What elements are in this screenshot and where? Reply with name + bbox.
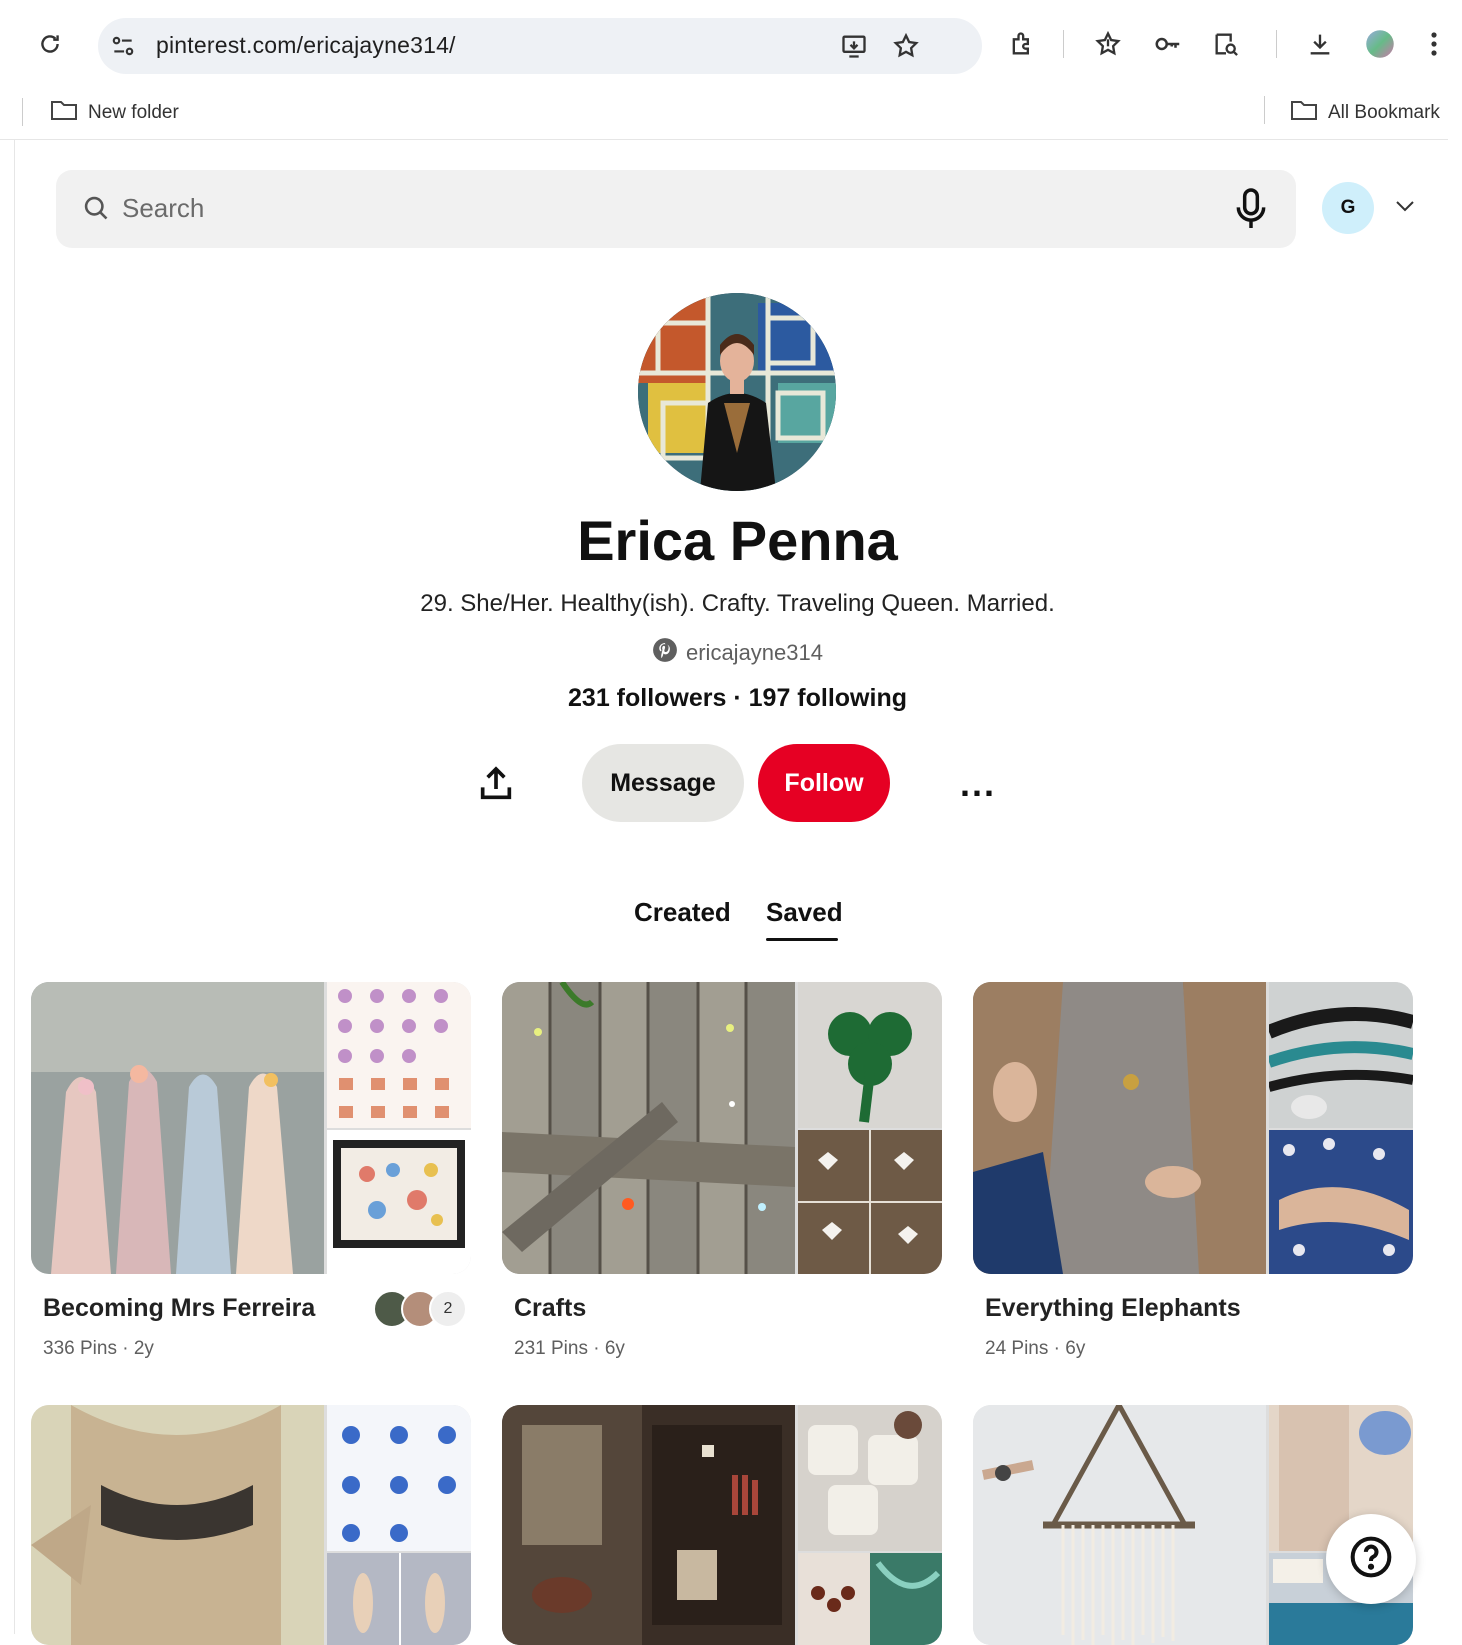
- reading-mode-icon[interactable]: [1208, 26, 1244, 62]
- install-icon[interactable]: [840, 32, 868, 65]
- bookmark-star-icon[interactable]: [1090, 26, 1126, 62]
- help-button[interactable]: [1326, 1514, 1416, 1604]
- microphone-icon[interactable]: [1232, 186, 1270, 237]
- board-cover-image: [327, 1553, 471, 1645]
- toolbar-divider: [1063, 30, 1064, 58]
- profile-bio: 29. She/Her. Healthy(ish). Crafty. Trave…: [420, 590, 1055, 617]
- board-card[interactable]: Everything Elephants 24 Pins · 6y: [973, 982, 1413, 1362]
- page-border: [14, 140, 15, 1634]
- menu-kebab-icon[interactable]: [1424, 26, 1444, 62]
- board-card[interactable]: [502, 1405, 942, 1645]
- board-cover-image: [973, 982, 1266, 1274]
- share-icon: [476, 764, 516, 809]
- profile-name: Erica Penna: [577, 509, 898, 572]
- search-bar[interactable]: Search: [56, 170, 1296, 248]
- more-options-label: ...: [959, 763, 996, 804]
- board-cover-image: [1269, 1130, 1413, 1274]
- board-cover-image: [327, 1405, 471, 1551]
- tab-saved[interactable]: Saved: [766, 897, 843, 928]
- board-cover-image: [798, 982, 942, 1128]
- board-cover-image: [31, 1405, 324, 1645]
- board-title: Becoming Mrs Ferreira: [43, 1294, 316, 1322]
- follow-button[interactable]: Follow: [758, 744, 890, 822]
- board-cover[interactable]: [31, 982, 471, 1274]
- account-avatar[interactable]: G: [1322, 182, 1374, 234]
- board-meta: 24 Pins · 6y: [985, 1338, 1086, 1359]
- collaborator-count: 2: [429, 1290, 467, 1328]
- board-cover-image: [1269, 982, 1413, 1128]
- toolbar-divider: [1276, 30, 1277, 58]
- share-button[interactable]: [468, 758, 524, 814]
- board-card[interactable]: Becoming Mrs Ferreira 336 Pins · 2y 2: [31, 982, 471, 1362]
- address-bar[interactable]: pinterest.com/ericajayne314/: [98, 18, 982, 74]
- folder-icon: [50, 99, 78, 127]
- board-cover-image: [502, 982, 795, 1274]
- profile-handle[interactable]: ericajayne314: [686, 640, 823, 666]
- password-key-icon[interactable]: [1150, 26, 1186, 62]
- board-cover[interactable]: [502, 1405, 942, 1645]
- bookmark-label: All Bookmark: [1328, 102, 1440, 123]
- board-cover-image: [798, 1405, 942, 1551]
- board-card[interactable]: [31, 1405, 471, 1645]
- help-icon: [1349, 1535, 1393, 1584]
- bookmark-new-folder[interactable]: New folder: [50, 96, 179, 130]
- board-cover-image: [798, 1130, 942, 1274]
- board-cover-image: [31, 982, 324, 1274]
- board-cover-image: [327, 982, 471, 1128]
- board-meta: 231 Pins · 6y: [514, 1338, 625, 1359]
- extensions-icon[interactable]: [1004, 26, 1040, 62]
- board-title: Crafts: [514, 1294, 587, 1322]
- url-text[interactable]: pinterest.com/ericajayne314/: [156, 32, 456, 59]
- download-icon[interactable]: [1302, 26, 1338, 62]
- board-cover-image: [798, 1553, 942, 1645]
- bookmarks-divider: [22, 98, 23, 126]
- board-cover[interactable]: [973, 982, 1413, 1274]
- active-tab-indicator: [766, 938, 838, 941]
- bookmark-all-bookmarks[interactable]: All Bookmark: [1290, 96, 1440, 130]
- search-input[interactable]: Search: [122, 193, 204, 224]
- profile-photo: [638, 293, 836, 491]
- star-icon[interactable]: [892, 32, 920, 65]
- board-cover[interactable]: [31, 1405, 471, 1645]
- message-button[interactable]: Message: [582, 744, 744, 822]
- board-meta: 336 Pins · 2y: [43, 1338, 154, 1359]
- profile-icon[interactable]: [1362, 26, 1398, 62]
- reload-icon[interactable]: [30, 24, 70, 64]
- bookmarks-divider: [1264, 96, 1265, 124]
- board-cover-image: [973, 1405, 1266, 1645]
- board-cover-image: [502, 1405, 795, 1645]
- site-settings-icon[interactable]: [110, 33, 136, 64]
- more-options-button[interactable]: ...: [950, 756, 1006, 812]
- board-card[interactable]: Crafts 231 Pins · 6y: [502, 982, 942, 1362]
- bookmark-label: New folder: [88, 102, 179, 123]
- tab-created[interactable]: Created: [634, 897, 731, 928]
- board-cover[interactable]: [502, 982, 942, 1274]
- search-icon: [82, 194, 110, 227]
- board-collaborators[interactable]: 2: [371, 1290, 467, 1330]
- board-cover-image: [327, 1130, 471, 1274]
- chevron-down-icon[interactable]: [1394, 198, 1416, 219]
- folder-icon: [1290, 99, 1318, 127]
- pinterest-logo-icon: [652, 637, 678, 669]
- profile-handle-row: ericajayne314: [0, 637, 1462, 669]
- bookmarks-bar: New folder All Bookmark: [0, 88, 1448, 138]
- follower-stats[interactable]: 231 followers · 197 following: [0, 684, 1462, 713]
- browser-toolbar: pinterest.com/ericajayne314/ New folder: [0, 0, 1448, 140]
- board-title: Everything Elephants: [985, 1294, 1241, 1322]
